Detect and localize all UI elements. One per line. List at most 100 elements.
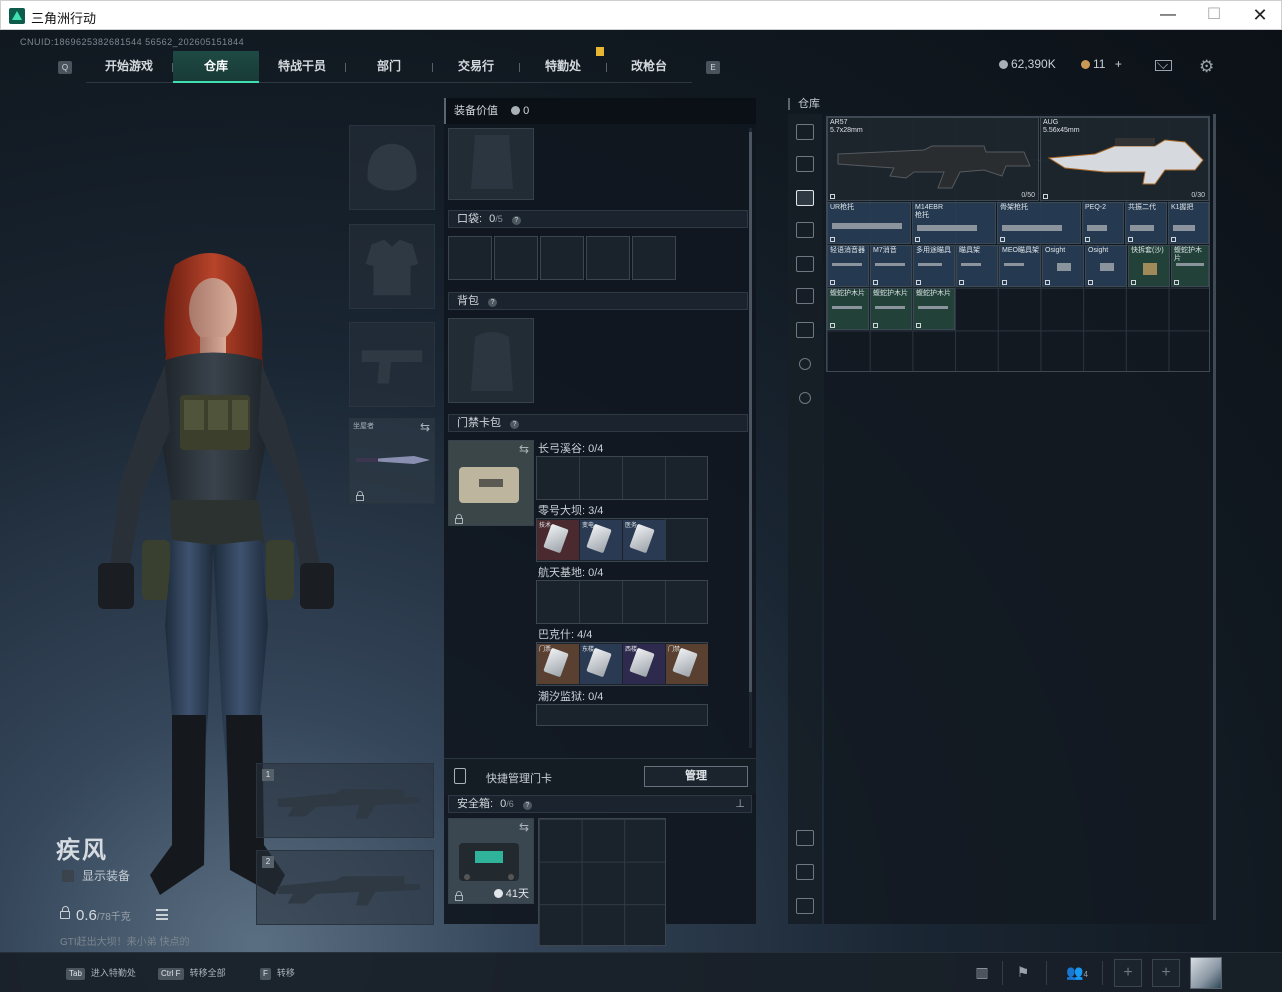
tab-operators[interactable]: 特战干员 [259, 51, 345, 83]
invite-slot-button[interactable]: + [1114, 959, 1142, 987]
keycard-item[interactable]: 门禁 [666, 644, 708, 684]
hint-transfer[interactable]: F 转移 [260, 966, 295, 980]
keycard-item[interactable]: 医务 [623, 520, 665, 560]
pin-icon[interactable]: ⊥ [735, 796, 745, 812]
settings-gear-icon[interactable]: ⚙ [1199, 57, 1214, 77]
stash-item-attachment[interactable]: Osight [1085, 245, 1127, 287]
friends-icon[interactable]: 👥4 [1062, 963, 1092, 981]
swap-icon[interactable]: ⇆ [519, 442, 529, 456]
helmet-slot[interactable] [349, 125, 435, 210]
category-settings-icon[interactable] [799, 392, 811, 404]
stash-sort-icon[interactable] [796, 898, 814, 914]
map-keycard-row[interactable] [536, 456, 708, 500]
armor-slot[interactable] [349, 224, 435, 309]
add-ticket-button[interactable]: + [1115, 57, 1122, 71]
backpack-help-icon[interactable]: ? [488, 298, 498, 307]
pocket-slot[interactable] [540, 236, 584, 280]
weight-detail-list-icon[interactable] [156, 909, 168, 920]
hint-transfer-all[interactable]: Ctrl F 转移全部 [158, 966, 226, 980]
pocket-slot[interactable] [632, 236, 676, 280]
stash-item-attachment[interactable]: M7消音 [870, 245, 912, 287]
tab-department[interactable]: 部门 [346, 51, 432, 83]
ticket-display[interactable]: 11 + [1081, 57, 1122, 71]
stash-item-attachment[interactable]: 骨架枪托 [997, 202, 1081, 244]
stash-scrollbar[interactable] [1213, 114, 1216, 920]
stash-item-ar57[interactable]: AR57 5.7x28mm 0/50 [827, 117, 1039, 201]
pistol-slot[interactable] [349, 322, 435, 407]
stash-item-attachment[interactable]: UR枪托 [827, 202, 911, 244]
primary-weapon-slot-2[interactable]: 2 [256, 850, 434, 925]
show-equipment-toggle[interactable]: 显示装备 [62, 867, 130, 884]
tab-trading[interactable]: 交易行 [433, 51, 519, 83]
nav-next-key[interactable]: E [706, 61, 720, 74]
minimize-button[interactable]: — [1145, 1, 1191, 30]
keycard-item[interactable]: 门票 [537, 644, 579, 684]
stash-item-attachment[interactable]: Osight [1042, 245, 1084, 287]
keycard-item[interactable]: 技术 [537, 520, 579, 560]
swap-icon[interactable]: ⇆ [519, 820, 529, 834]
stash-item-attachment[interactable]: 瞄具架 [956, 245, 998, 287]
stash-item-attachment[interactable]: PEQ-2 [1082, 202, 1124, 244]
category-armor-icon[interactable] [796, 156, 814, 172]
player-avatar[interactable] [1190, 957, 1222, 989]
keycard-help-icon[interactable]: ? [510, 420, 520, 429]
nav-prev-key[interactable]: Q [58, 61, 72, 74]
category-weapons-icon[interactable] [796, 190, 814, 206]
pocket-slot[interactable] [494, 236, 538, 280]
safebox-slot[interactable]: ⇆ 41天 [448, 818, 534, 904]
chest-rig-slot[interactable] [448, 128, 534, 200]
category-loot-icon[interactable] [796, 322, 814, 338]
loadout-scrollbar[interactable] [749, 128, 752, 748]
stash-layers-icon[interactable] [796, 864, 814, 880]
currency-display[interactable]: 62,390K [999, 57, 1056, 71]
stash-item-attachment[interactable]: 蝮蛇护木片 [913, 288, 955, 330]
category-helmet-icon[interactable] [796, 124, 814, 140]
safebox-help-icon[interactable]: ? [522, 801, 532, 810]
stash-item-attachment[interactable]: 轻语消音器 [827, 245, 869, 287]
keycard-case-slot[interactable]: ⇆ [448, 440, 534, 526]
stash-item-attachment[interactable]: 蝮蛇护木片 [1171, 245, 1209, 287]
category-medical-icon[interactable] [796, 256, 814, 272]
stash-item-attachment[interactable]: M14EBR 枪托 [912, 202, 996, 244]
scrollbar-thumb[interactable] [749, 132, 752, 692]
show-equipment-checkbox[interactable] [62, 870, 74, 882]
stash-item-attachment[interactable]: 共振二代 [1125, 202, 1167, 244]
tab-special-ops[interactable]: 特勤处 [520, 51, 606, 83]
manage-button[interactable]: 管理 [644, 766, 748, 787]
pocket-slot[interactable] [586, 236, 630, 280]
stash-item-attachment[interactable]: 蝮蛇护木片 [827, 288, 869, 330]
map-keycard-row[interactable]: 技术 变电 医务 [536, 518, 708, 562]
stash-item-attachment[interactable]: 快拆套(沙) [1128, 245, 1170, 287]
stash-expand-icon[interactable] [796, 830, 814, 846]
close-button[interactable]: ✕ [1237, 1, 1282, 30]
pocket-help-icon[interactable]: ? [511, 216, 521, 225]
flag-icon[interactable]: ⚑ [1014, 963, 1032, 981]
swap-icon[interactable]: ⇆ [420, 420, 430, 434]
backpack-slot[interactable] [448, 318, 534, 403]
primary-weapon-slot-1[interactable]: 1 [256, 763, 434, 838]
category-keys-icon[interactable] [796, 288, 814, 304]
stash-item-attachment[interactable]: 蝮蛇护木片 [870, 288, 912, 330]
stash-item-attachment[interactable]: 多用途瞄具 [913, 245, 955, 287]
invite-slot-button[interactable]: + [1152, 959, 1180, 987]
keycard-item[interactable]: 东楼 [580, 644, 622, 684]
mail-icon[interactable] [1155, 60, 1172, 71]
map-keycard-row[interactable] [536, 704, 708, 726]
tab-gunsmith[interactable]: 改枪台 [606, 51, 692, 83]
melee-slot[interactable]: 坐屋者 ⇆ [349, 418, 435, 504]
tab-warehouse[interactable]: 仓库 [173, 51, 259, 83]
category-locked-icon[interactable] [799, 358, 811, 370]
hint-enter-special-ops[interactable]: Tab 进入特勤处 [66, 966, 136, 980]
tab-start-game[interactable]: 开始游戏 [86, 51, 172, 83]
pocket-slot[interactable] [448, 236, 492, 280]
stats-chart-icon[interactable]: ▥ [973, 963, 991, 981]
safebox-grid[interactable] [538, 818, 666, 946]
stash-item-aug[interactable]: AUG 5.56x45mm 0/30 [1040, 117, 1209, 201]
map-keycard-row[interactable]: 门票 东楼 西楼 门禁 [536, 642, 708, 686]
stash-item-attachment[interactable]: MEO瞄具架 [999, 245, 1041, 287]
stash-item-attachment[interactable]: K1握把 [1168, 202, 1209, 244]
keycard-item[interactable]: 西楼 [623, 644, 665, 684]
map-keycard-row[interactable] [536, 580, 708, 624]
maximize-button[interactable]: ☐ [1191, 1, 1237, 30]
keycard-item[interactable]: 变电 [580, 520, 622, 560]
